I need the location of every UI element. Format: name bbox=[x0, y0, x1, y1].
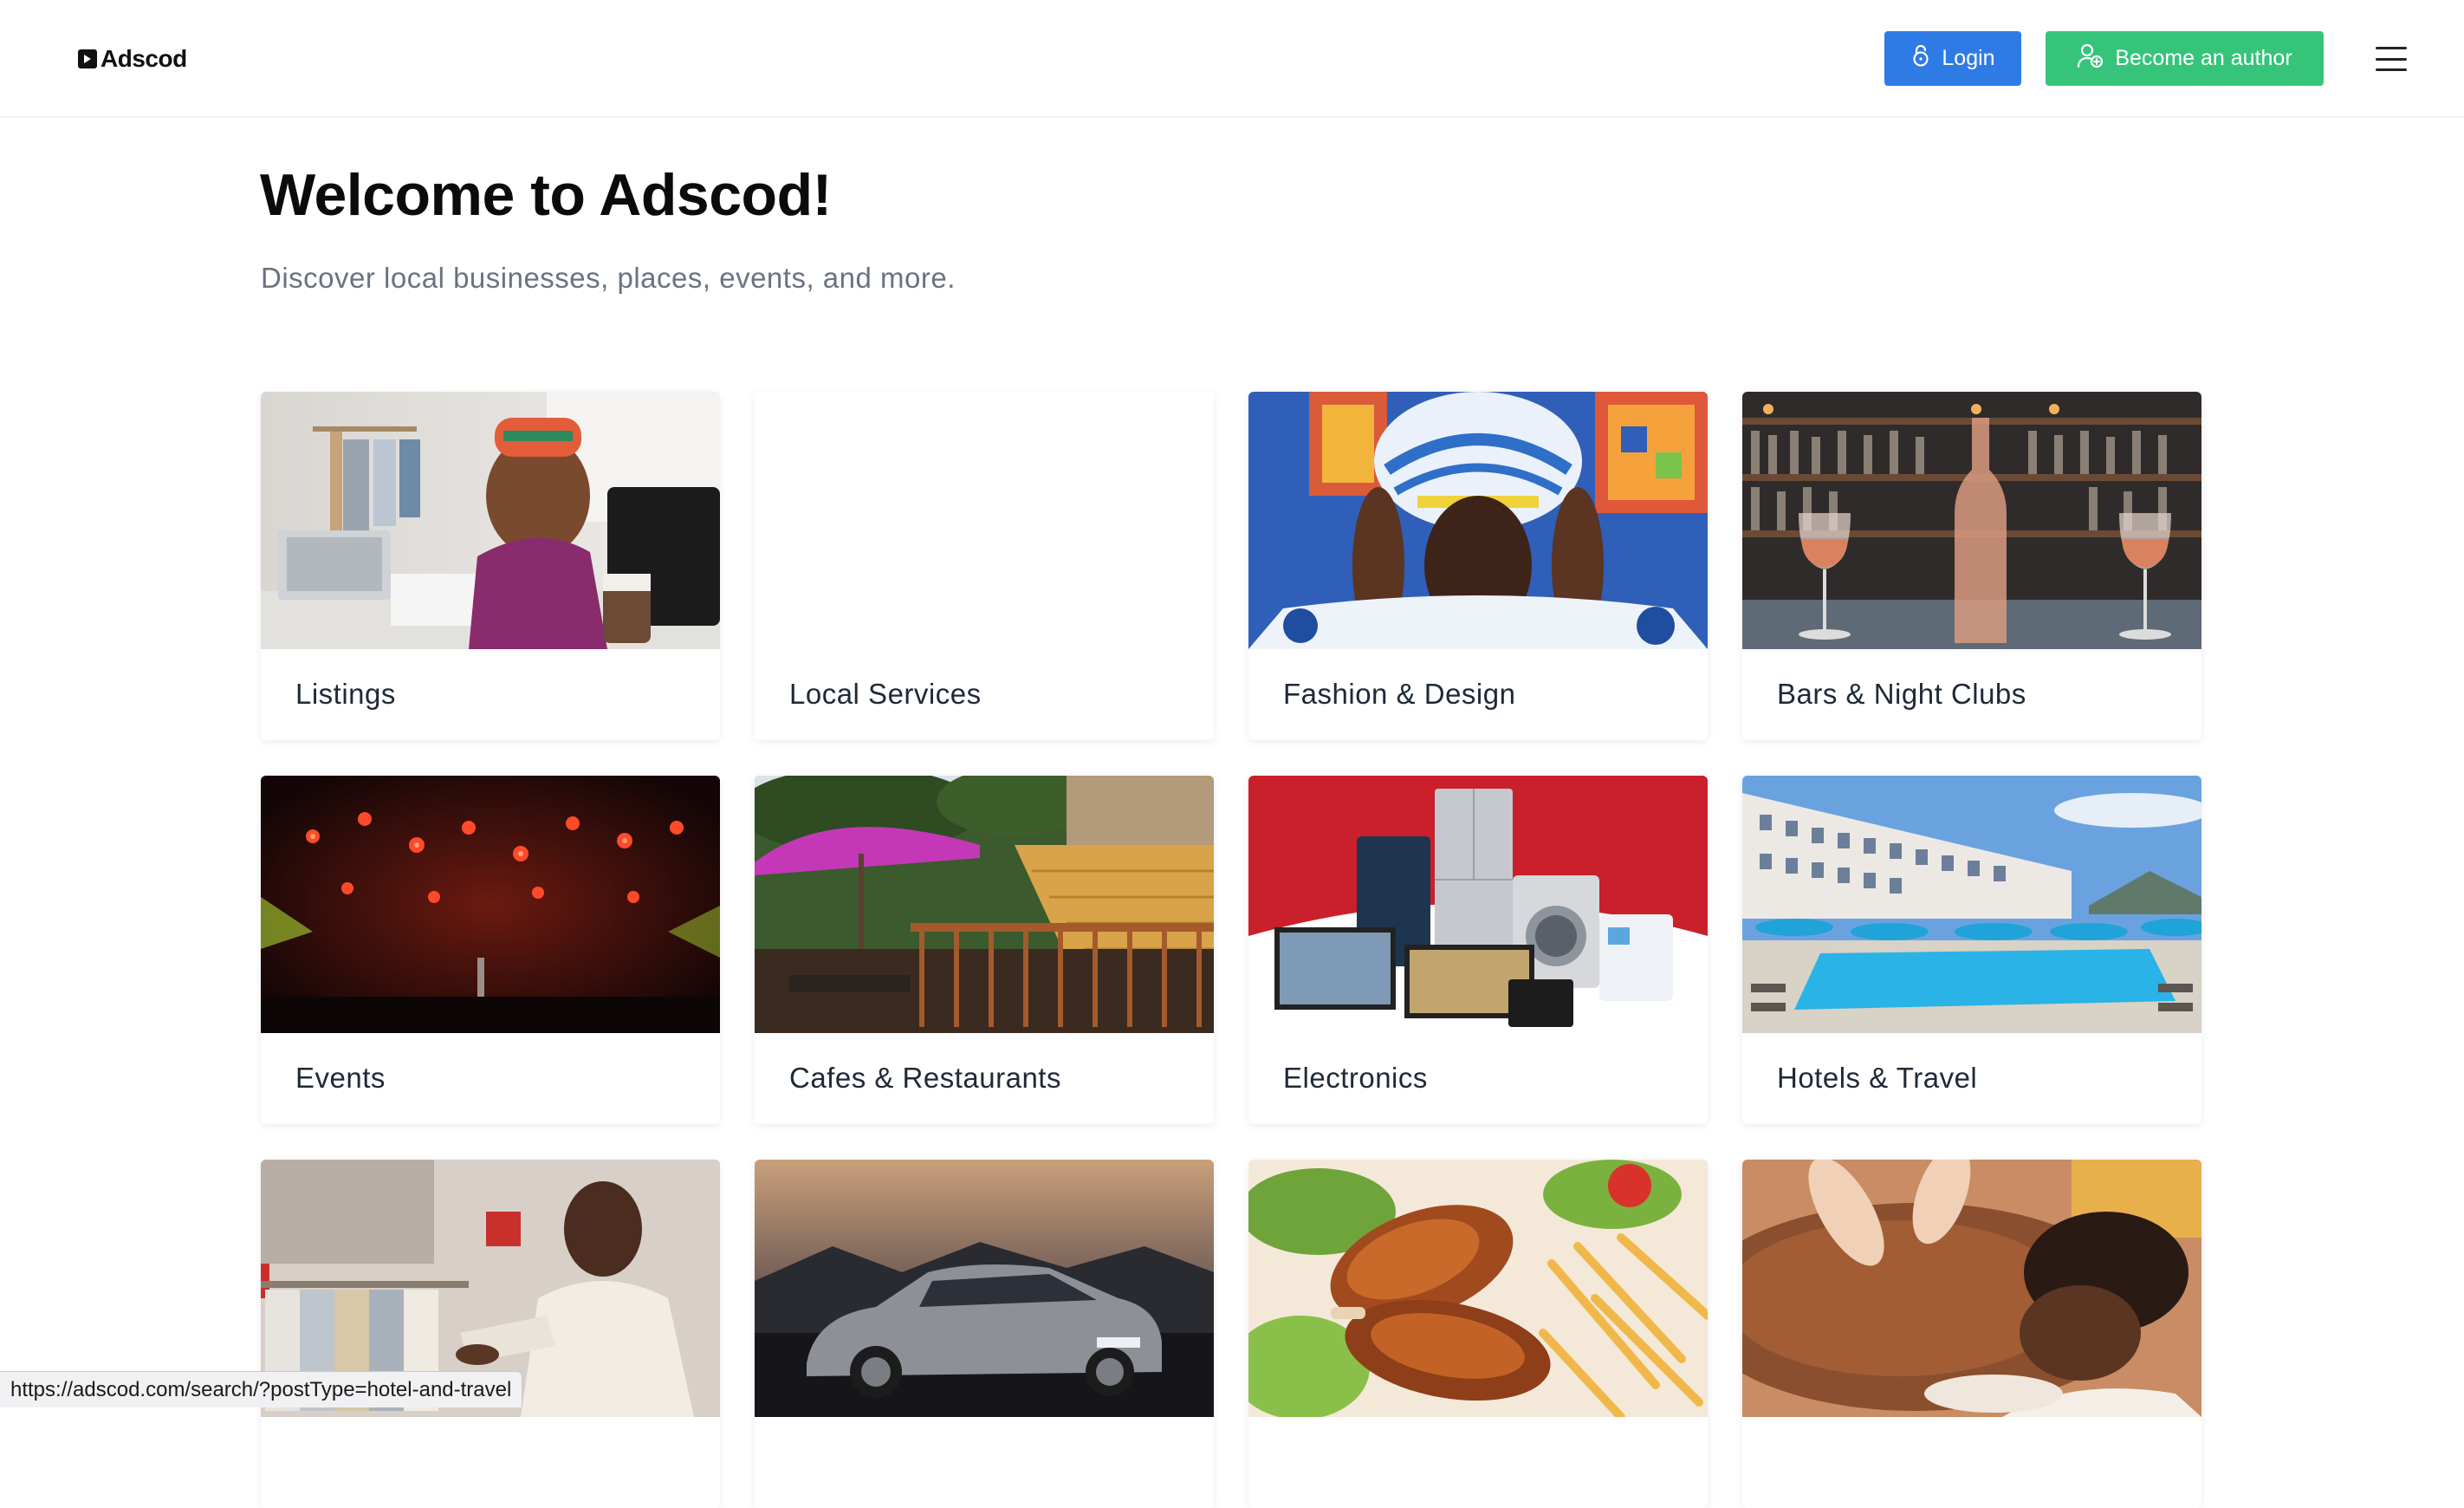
page-subtitle: Discover local businesses, places, event… bbox=[261, 262, 956, 294]
category-card-electronics[interactable]: Electronics bbox=[1248, 776, 1708, 1124]
category-grid: Listings Local Services Fashion & Design… bbox=[261, 392, 2204, 1508]
concert-stage-image bbox=[261, 776, 720, 1033]
category-card-spa[interactable] bbox=[1742, 1160, 2201, 1508]
category-card-bars-night-clubs[interactable]: Bars & Night Clubs bbox=[1742, 392, 2201, 740]
add-user-icon bbox=[2077, 42, 2104, 75]
category-card-fashion-design[interactable]: Fashion & Design bbox=[1248, 392, 1708, 740]
category-label: Electronics bbox=[1283, 1062, 1428, 1094]
become-author-label: Become an author bbox=[2115, 46, 2292, 70]
hotel-pool-image bbox=[1742, 776, 2201, 1033]
login-button[interactable]: Login bbox=[1884, 31, 2021, 86]
category-card-events[interactable]: Events bbox=[261, 776, 720, 1124]
category-label: Fashion & Design bbox=[1283, 678, 1516, 710]
blank-image bbox=[755, 392, 1214, 649]
wine-bar-image bbox=[1742, 392, 2201, 649]
category-card-cars[interactable] bbox=[755, 1160, 1214, 1508]
page-title: Welcome to Adscod! bbox=[260, 162, 832, 228]
appliances-image bbox=[1248, 776, 1708, 1033]
category-label: Bars & Night Clubs bbox=[1777, 678, 2026, 710]
hamburger-menu-icon[interactable] bbox=[2374, 43, 2409, 75]
office-woman-phone-image bbox=[261, 392, 720, 649]
category-label: Listings bbox=[295, 678, 396, 710]
outdoor-cafe-image bbox=[755, 776, 1214, 1033]
sedan-car-image bbox=[755, 1160, 1214, 1417]
link-preview-status-bar: https://adscod.com/search/?postType=hote… bbox=[0, 1371, 523, 1407]
logo-arrow-icon bbox=[78, 49, 97, 68]
category-card-food[interactable] bbox=[1248, 1160, 1708, 1508]
category-card-local-services[interactable]: Local Services bbox=[755, 392, 1214, 740]
top-navigation-bar: Adscod Login Become an author bbox=[0, 0, 2464, 118]
massage-spa-image bbox=[1742, 1160, 2201, 1417]
logo[interactable]: Adscod bbox=[78, 42, 187, 76]
become-author-button[interactable]: Become an author bbox=[2046, 31, 2324, 86]
logo-text: Adscod bbox=[101, 45, 187, 72]
headwrap-portrait-image bbox=[1248, 392, 1708, 649]
category-label: Local Services bbox=[789, 678, 982, 710]
category-card-shopping[interactable] bbox=[261, 1160, 720, 1508]
lock-icon bbox=[1910, 43, 1931, 74]
grilled-chicken-image bbox=[1248, 1160, 1708, 1417]
category-card-hotels-travel[interactable]: Hotels & Travel bbox=[1742, 776, 2201, 1124]
category-card-listings[interactable]: Listings bbox=[261, 392, 720, 740]
category-label: Events bbox=[295, 1062, 386, 1094]
category-label: Cafes & Restaurants bbox=[789, 1062, 1061, 1094]
login-label: Login bbox=[1942, 46, 1995, 70]
category-card-cafes-restaurants[interactable]: Cafes & Restaurants bbox=[755, 776, 1214, 1124]
category-label: Hotels & Travel bbox=[1777, 1062, 1978, 1094]
